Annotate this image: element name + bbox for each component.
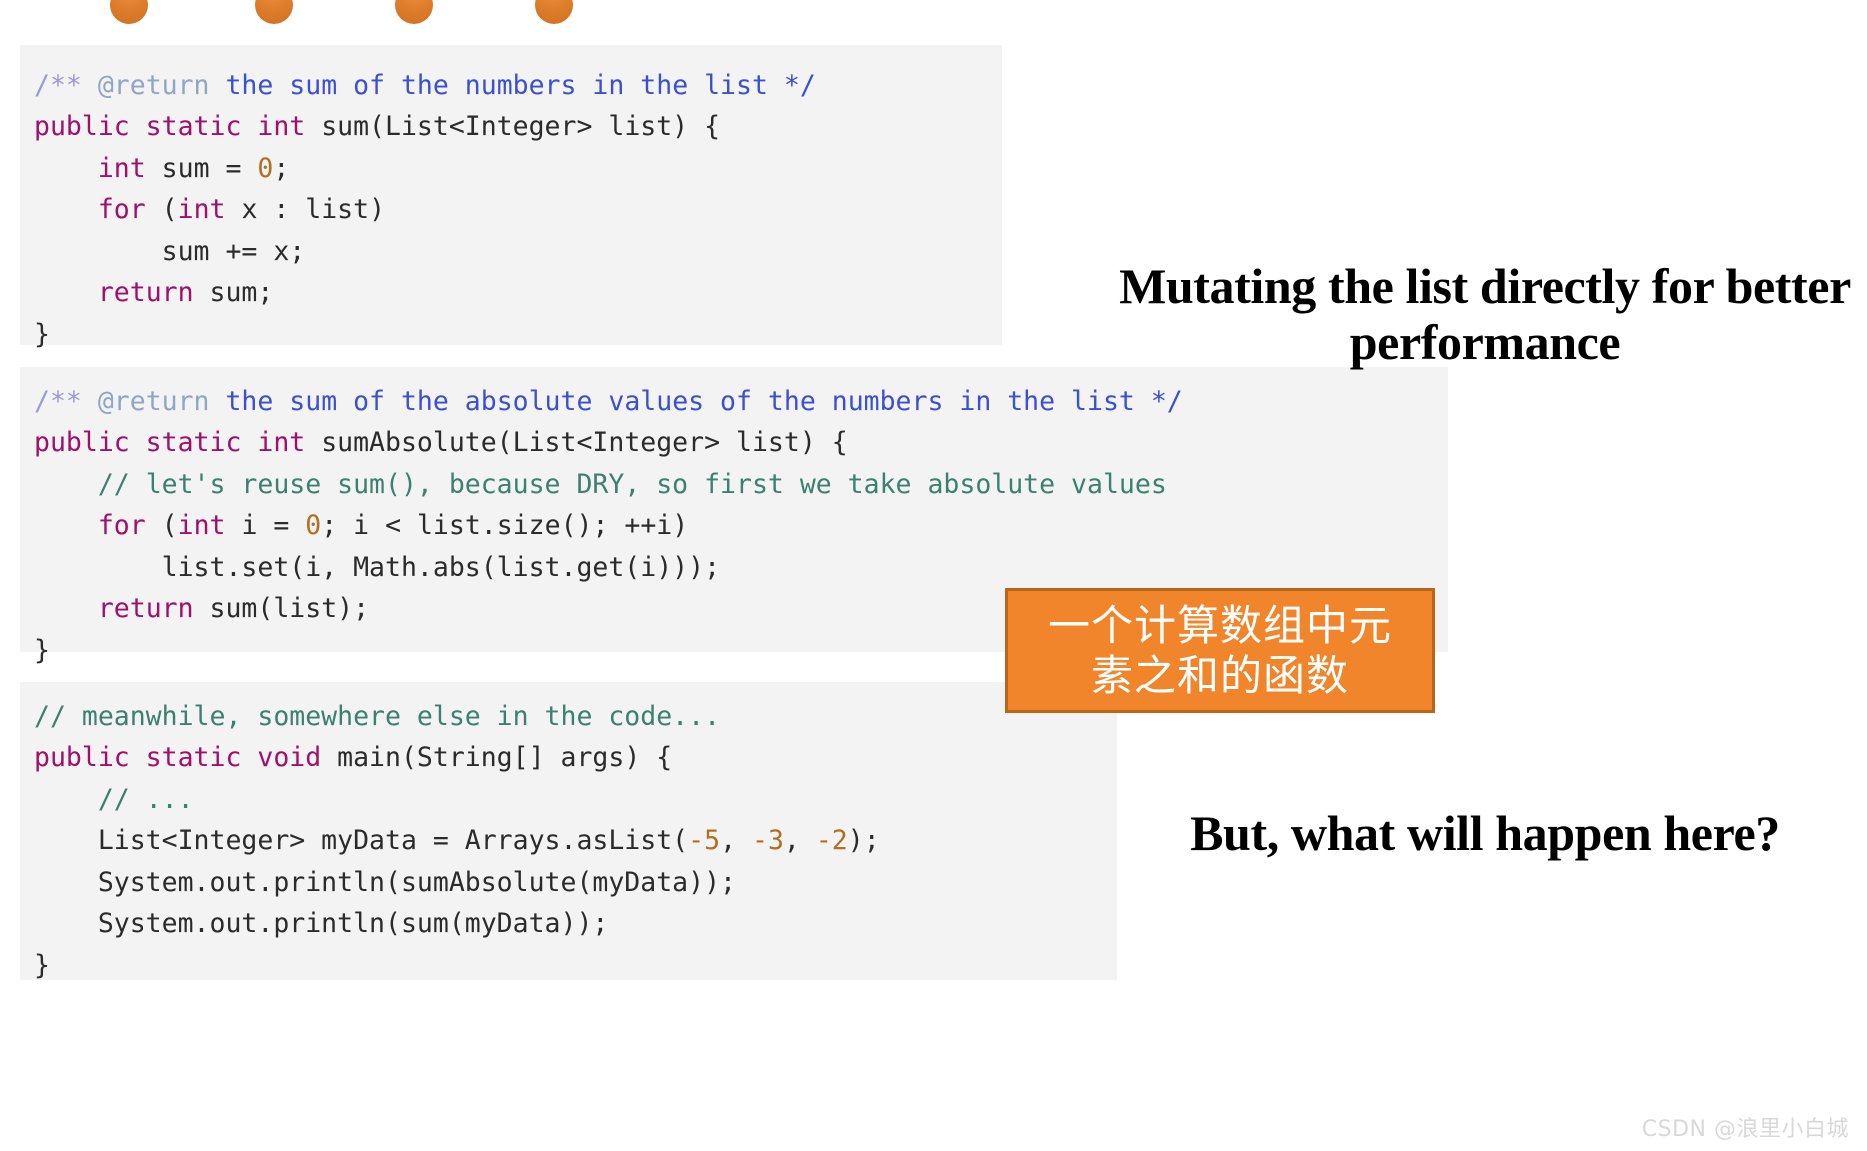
- code-line: return sum;: [34, 272, 1002, 314]
- code-token-plain: sum += x;: [34, 235, 306, 267]
- code-token-kw: return: [97, 277, 210, 308]
- code-token-kw: return: [97, 593, 210, 624]
- code-line: System.out.println(sum(myData));: [34, 903, 1117, 945]
- code-token-comment: // ...: [97, 783, 194, 815]
- code-token-plain: sum =: [161, 152, 258, 184]
- bullet-dot-3: [395, 0, 433, 24]
- code-line: public static void main(String[] args) {: [34, 737, 1117, 779]
- code-token-kw: public static void: [34, 742, 338, 773]
- code-token-kw: public static int: [34, 111, 322, 142]
- code-token-comment: // let's reuse sum(), because DRY, so fi…: [97, 468, 1167, 500]
- code-token-plain: (: [161, 510, 178, 541]
- code-token-num: -3: [751, 825, 784, 856]
- code-token-kw: for: [97, 510, 162, 541]
- code-line: public static int sum(List<Integer> list…: [34, 106, 1002, 148]
- caption-mutating-list: Mutating the list directly for better pe…: [1119, 258, 1851, 370]
- code-line: // ...: [34, 779, 1117, 821]
- code-line: }: [34, 945, 1117, 987]
- code-token-jdoc: /**: [34, 69, 98, 101]
- bullet-dot-row: [0, 0, 1867, 24]
- code-line: for (int x : list): [34, 189, 1002, 231]
- code-line: sum += x;: [34, 231, 1002, 273]
- code-line: /** @return the sum of the numbers in th…: [34, 65, 1002, 107]
- code-line: int sum = 0;: [34, 148, 1002, 190]
- code-line: }: [34, 314, 1002, 356]
- code-token-plain: x : list): [241, 194, 386, 225]
- code-line: public static int sumAbsolute(List<Integ…: [34, 422, 1448, 464]
- code-token-plain: ; i < list.size(); ++i): [321, 510, 689, 541]
- code-line: List<Integer> myData = Arrays.asList(-5,…: [34, 820, 1117, 862]
- code-token-plain: System.out.println(sumAbsolute(myData));: [34, 866, 736, 898]
- code-token-jdoc-tag: @return: [97, 69, 210, 101]
- code-token-jdoc-text: the sum of the numbers in the list */: [209, 69, 816, 101]
- code-line: System.out.println(sumAbsolute(myData));: [34, 862, 1117, 904]
- code-line: // let's reuse sum(), because DRY, so fi…: [34, 464, 1448, 506]
- code-token-num: -5: [688, 825, 721, 856]
- code-token-plain: sum(List<Integer> list) {: [321, 111, 721, 142]
- code-token-plain: );: [847, 825, 880, 856]
- code-token-plain: }: [34, 949, 50, 981]
- code-token-kw: int: [177, 194, 242, 225]
- code-token-plain: ,: [783, 825, 816, 856]
- code-token-kw: public static int: [34, 427, 322, 458]
- code-token-plain: sumAbsolute(List<Integer> list) {: [321, 427, 848, 458]
- code-token-plain: main(String[] args) {: [337, 742, 673, 773]
- caption-what-will-happen: But, what will happen here?: [1190, 805, 1780, 861]
- annotation-text: 一个计算数组中元 素之和的函数: [1047, 600, 1392, 700]
- code-token-jdoc-text: the sum of the absolute values of the nu…: [209, 385, 1183, 417]
- bullet-dot-4: [535, 0, 573, 24]
- code-token-plain: System.out.println(sum(myData));: [34, 908, 609, 939]
- code-token-plain: (: [161, 194, 178, 225]
- code-line: // meanwhile, somewhere else in the code…: [34, 696, 1117, 738]
- code-token-plain: ;: [273, 152, 290, 184]
- code-token-plain: sum;: [209, 277, 274, 308]
- annotation-callout-box: 一个计算数组中元 素之和的函数: [1005, 588, 1435, 713]
- code-token-kw: int: [177, 510, 242, 541]
- code-token-comment: // meanwhile, somewhere else in the code…: [34, 700, 721, 732]
- code-token-num: -2: [815, 825, 848, 856]
- code-token-plain: }: [34, 634, 50, 666]
- code-line: list.set(i, Math.abs(list.get(i)));: [34, 547, 1448, 589]
- code-block-main-method: // meanwhile, somewhere else in the code…: [20, 681, 1117, 981]
- code-token-plain: }: [34, 318, 50, 350]
- code-line: for (int i = 0; i < list.size(); ++i): [34, 505, 1448, 547]
- code-token-kw: for: [97, 194, 162, 225]
- code-token-jdoc: /**: [34, 385, 98, 417]
- code-token-kw: int: [97, 152, 162, 184]
- watermark-csdn: CSDN @浪里小白城: [1641, 1117, 1849, 1142]
- code-token-num: 0: [305, 510, 322, 541]
- bullet-dot-2: [255, 0, 293, 24]
- code-token-plain: i =: [241, 510, 306, 541]
- code-token-plain: list.set(i, Math.abs(list.get(i)));: [34, 551, 721, 583]
- code-token-plain: sum(list);: [209, 593, 370, 624]
- code-token-plain: List<Integer> myData = Arrays.asList(: [34, 825, 689, 856]
- code-line: /** @return the sum of the absolute valu…: [34, 381, 1448, 423]
- code-token-num: 0: [257, 152, 274, 184]
- code-token-plain: ,: [720, 825, 752, 856]
- bullet-dot-1: [110, 0, 148, 24]
- code-token-jdoc-tag: @return: [97, 385, 210, 417]
- code-block-sum-method: /** @return the sum of the numbers in th…: [20, 44, 1002, 350]
